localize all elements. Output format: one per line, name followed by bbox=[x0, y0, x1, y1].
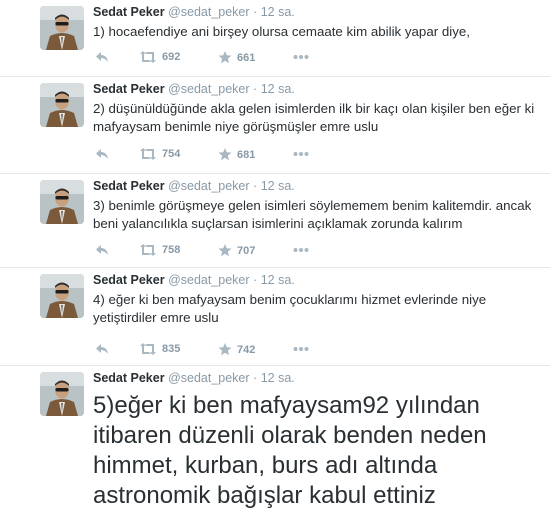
author-handle[interactable]: @sedat_peker bbox=[168, 5, 250, 19]
star-icon bbox=[218, 244, 232, 257]
author-handle[interactable]: @sedat_peker bbox=[168, 82, 250, 96]
retweet-button[interactable]: 835 bbox=[139, 343, 180, 355]
avatar[interactable] bbox=[40, 6, 84, 50]
tweet[interactable]: Sedat Peker @sedat_peker · 12 sa. 1) hoc… bbox=[0, 0, 550, 77]
tweet-text: 1) hocaefendiye ani birşey olursa cemaat… bbox=[93, 24, 470, 39]
separator: · bbox=[253, 371, 258, 385]
reply-button[interactable] bbox=[95, 148, 109, 160]
separator: · bbox=[253, 82, 258, 96]
tweet-header: Sedat Peker @sedat_peker · 12 sa. bbox=[93, 273, 295, 287]
retweet-count: 835 bbox=[162, 343, 181, 355]
more-icon bbox=[293, 55, 309, 59]
more-button[interactable] bbox=[293, 346, 309, 352]
author-name[interactable]: Sedat Peker bbox=[93, 82, 165, 96]
tweet[interactable]: Sedat Peker @sedat_peker · 12 sa. 3) ben… bbox=[0, 174, 550, 268]
retweet-count: 692 bbox=[162, 51, 181, 63]
separator: · bbox=[253, 179, 258, 193]
timestamp[interactable]: 12 sa. bbox=[261, 371, 295, 385]
author-name[interactable]: Sedat Peker bbox=[93, 179, 165, 193]
reply-icon bbox=[96, 344, 108, 354]
tweet-text: 5)eğer ki ben mafyaysam92 yılından itiba… bbox=[93, 392, 487, 509]
more-icon bbox=[293, 248, 309, 252]
tweet-feed: Sedat Peker @sedat_peker · 12 sa. 1) hoc… bbox=[0, 0, 550, 512]
timestamp[interactable]: 12 sa. bbox=[261, 179, 295, 193]
author-name[interactable]: Sedat Peker bbox=[93, 273, 165, 287]
more-icon bbox=[293, 347, 309, 351]
tweet-header: Sedat Peker @sedat_peker · 12 sa. bbox=[93, 5, 295, 19]
reply-icon bbox=[96, 245, 108, 255]
author-handle[interactable]: @sedat_peker bbox=[168, 371, 250, 385]
more-icon bbox=[293, 152, 309, 156]
reply-button[interactable] bbox=[95, 244, 109, 256]
author-handle[interactable]: @sedat_peker bbox=[168, 273, 250, 287]
tweet-text: 2) düşünüldüğünde akla gelen isimlerden … bbox=[93, 101, 535, 134]
star-icon bbox=[218, 148, 232, 161]
avatar[interactable] bbox=[40, 180, 84, 224]
retweet-icon bbox=[140, 343, 156, 355]
retweet-count: 754 bbox=[162, 148, 181, 160]
timestamp[interactable]: 12 sa. bbox=[261, 273, 295, 287]
reply-icon bbox=[96, 149, 108, 159]
retweet-button[interactable]: 692 bbox=[139, 51, 180, 63]
tweet-text: 4) eğer ki ben mafyaysam benim çocukları… bbox=[93, 292, 487, 325]
retweet-button[interactable]: 758 bbox=[139, 244, 180, 256]
favorite-count: 661 bbox=[237, 51, 256, 64]
reply-button[interactable] bbox=[95, 343, 109, 355]
favorite-button[interactable]: 742 bbox=[218, 343, 255, 356]
tweet-header: Sedat Peker @sedat_peker · 12 sa. bbox=[93, 371, 295, 385]
retweet-icon bbox=[140, 148, 156, 160]
separator: · bbox=[253, 5, 258, 19]
more-button[interactable] bbox=[293, 151, 309, 157]
favorite-count: 681 bbox=[237, 148, 256, 161]
tweet[interactable]: Sedat Peker @sedat_peker · 12 sa. 2) düş… bbox=[0, 77, 550, 174]
more-button[interactable] bbox=[293, 54, 309, 60]
favorite-count: 707 bbox=[237, 244, 256, 257]
tweet-header: Sedat Peker @sedat_peker · 12 sa. bbox=[93, 179, 295, 193]
reply-button[interactable] bbox=[95, 51, 109, 63]
favorite-button[interactable]: 681 bbox=[218, 148, 255, 161]
more-button[interactable] bbox=[293, 247, 309, 253]
avatar[interactable] bbox=[40, 372, 84, 416]
author-handle[interactable]: @sedat_peker bbox=[168, 179, 250, 193]
timestamp[interactable]: 12 sa. bbox=[261, 82, 295, 96]
favorite-button[interactable]: 707 bbox=[218, 244, 255, 257]
avatar[interactable] bbox=[40, 83, 84, 127]
separator: · bbox=[253, 273, 258, 287]
author-name[interactable]: Sedat Peker bbox=[93, 5, 165, 19]
star-icon bbox=[218, 343, 232, 356]
favorite-count: 742 bbox=[237, 343, 256, 356]
tweet[interactable]: Sedat Peker @sedat_peker · 12 sa. 5)eğer… bbox=[0, 366, 550, 512]
retweet-button[interactable]: 754 bbox=[139, 148, 180, 160]
timestamp[interactable]: 12 sa. bbox=[261, 5, 295, 19]
retweet-icon bbox=[140, 51, 156, 63]
tweet-header: Sedat Peker @sedat_peker · 12 sa. bbox=[93, 82, 295, 96]
tweet-text: 3) benimle görüşmeye gelen isimleri söyl… bbox=[93, 198, 532, 231]
tweet[interactable]: Sedat Peker @sedat_peker · 12 sa. 4) eğe… bbox=[0, 268, 550, 366]
star-icon bbox=[218, 51, 232, 64]
reply-icon bbox=[96, 52, 108, 62]
avatar[interactable] bbox=[40, 274, 84, 318]
favorite-button[interactable]: 661 bbox=[218, 51, 255, 64]
retweet-count: 758 bbox=[162, 244, 181, 256]
author-name[interactable]: Sedat Peker bbox=[93, 371, 165, 385]
retweet-icon bbox=[140, 244, 156, 256]
